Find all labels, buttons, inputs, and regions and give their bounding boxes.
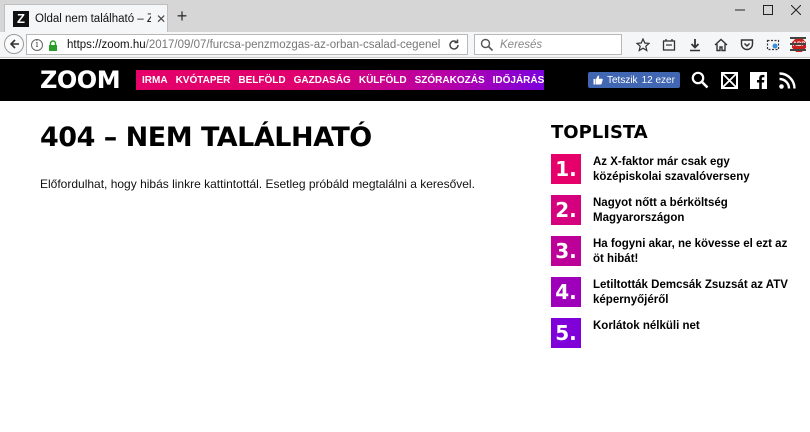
- lock-icon[interactable]: [47, 39, 59, 51]
- menu-item-belfold[interactable]: BELFÖLD: [238, 75, 285, 86]
- category-menu: IRMA KVÓTAPER BELFÖLD GAZDASÁG KÜLFÖLD S…: [136, 70, 544, 90]
- url-host: https://zoom.hu: [67, 38, 146, 51]
- hamburger-menu-icon[interactable]: [790, 37, 806, 51]
- rank-badge: 4.: [551, 277, 581, 307]
- navigation-toolbar: i https://zoom.hu/2017/09/07/furcsa-penz…: [0, 32, 810, 58]
- menu-item-irma[interactable]: IRMA: [142, 75, 168, 86]
- menu-item-kvotaper[interactable]: KVÓTAPER: [176, 75, 231, 86]
- menu-item-kulfold[interactable]: KÜLFÖLD: [359, 75, 407, 86]
- pocket-icon[interactable]: [734, 36, 760, 54]
- toplist-item[interactable]: 2. Nagyot nőtt a bérköltség Magyarország…: [551, 195, 801, 236]
- fb-like-label: Tetszik: [607, 74, 638, 86]
- facebook-like-button[interactable]: Tetszik 12 ezer: [588, 72, 680, 88]
- search-input[interactable]: Keresés: [500, 39, 542, 51]
- menu-item-szorakozas[interactable]: SZÓRAKOZÁS: [415, 75, 485, 86]
- info-icon[interactable]: i: [31, 38, 43, 51]
- toplist-item-title[interactable]: Az X-faktor már csak egy középiskolai sz…: [593, 154, 801, 185]
- mail-icon[interactable]: [715, 70, 743, 90]
- toplist-item-title[interactable]: Ha fogyni akar, ne kövesse el ezt az öt …: [593, 236, 801, 267]
- bookmark-star-icon[interactable]: [630, 36, 656, 54]
- url-path: /2017/09/07/furcsa-penzmozgas-az-orban-c…: [145, 38, 441, 51]
- download-icon[interactable]: [682, 36, 708, 54]
- screenshot-icon[interactable]: [760, 36, 786, 54]
- address-bar[interactable]: i https://zoom.hu/2017/09/07/furcsa-penz…: [26, 34, 468, 55]
- reading-list-icon[interactable]: [656, 36, 682, 54]
- url-text: https://zoom.hu/2017/09/07/furcsa-penzmo…: [67, 39, 467, 51]
- menu-item-gazdasag[interactable]: GAZDASÁG: [294, 75, 351, 86]
- maximize-icon[interactable]: [754, 0, 782, 20]
- fb-like-count: 12 ezer: [641, 74, 675, 86]
- zoom-favicon-icon: Z: [13, 10, 29, 27]
- tab-bar: Z Oldal nem található – Zoom ✕ +: [0, 0, 810, 32]
- rank-badge: 1.: [551, 154, 581, 184]
- toplist-item[interactable]: 5. Korlátok nélküli net: [551, 318, 801, 359]
- toplist: 1. Az X-faktor már csak egy középiskolai…: [551, 154, 801, 359]
- toplist-item[interactable]: 3. Ha fogyni akar, ne kövesse el ezt az …: [551, 236, 801, 277]
- header-icons: [686, 70, 802, 90]
- facebook-icon[interactable]: [744, 70, 772, 90]
- tab-title: Oldal nem található – Zoom: [35, 12, 152, 25]
- home-icon[interactable]: [708, 36, 734, 54]
- search-bar[interactable]: Keresés: [474, 34, 622, 55]
- menu-item-idojaras[interactable]: IDŐJÁRÁS: [493, 75, 545, 86]
- search-icon: [480, 38, 494, 51]
- search-icon[interactable]: [686, 70, 714, 90]
- rss-icon[interactable]: [773, 70, 801, 90]
- site-header: ZOOM IRMA KVÓTAPER BELFÖLD GAZDASÁG KÜLF…: [0, 59, 810, 101]
- thumbs-up-icon: [593, 75, 603, 85]
- window-controls: [726, 0, 810, 20]
- browser-tab[interactable]: Z Oldal nem található – Zoom ✕: [4, 4, 168, 32]
- toplist-item-title[interactable]: Korlátok nélküli net: [593, 318, 801, 334]
- zoom-logo[interactable]: ZOOM: [40, 66, 121, 94]
- page-title: 404 – NEM TALÁLHATÓ: [40, 122, 372, 153]
- back-arrow-icon[interactable]: [4, 34, 24, 54]
- close-tab-icon[interactable]: ✕: [155, 12, 167, 26]
- new-tab-icon[interactable]: +: [174, 6, 190, 27]
- page-description: Előfordulhat, hogy hibás linkre kattinto…: [40, 177, 475, 191]
- toplist-title: TOPLISTA: [551, 122, 648, 143]
- toolbar-icons: ABP: [630, 36, 810, 54]
- toplist-item-title[interactable]: Letiltották Demcsák Zsuzsát az ATV képer…: [593, 277, 801, 308]
- rank-badge: 3.: [551, 236, 581, 266]
- close-window-icon[interactable]: [782, 0, 810, 20]
- toplist-item-title[interactable]: Nagyot nőtt a bérköltség Magyarországon: [593, 195, 801, 226]
- minimize-icon[interactable]: [726, 0, 754, 20]
- rank-badge: 2.: [551, 195, 581, 225]
- rank-badge: 5.: [551, 318, 581, 348]
- reload-icon[interactable]: [447, 38, 461, 52]
- toplist-item[interactable]: 1. Az X-faktor már csak egy középiskolai…: [551, 154, 801, 195]
- toplist-item[interactable]: 4. Letiltották Demcsák Zsuzsát az ATV ké…: [551, 277, 801, 318]
